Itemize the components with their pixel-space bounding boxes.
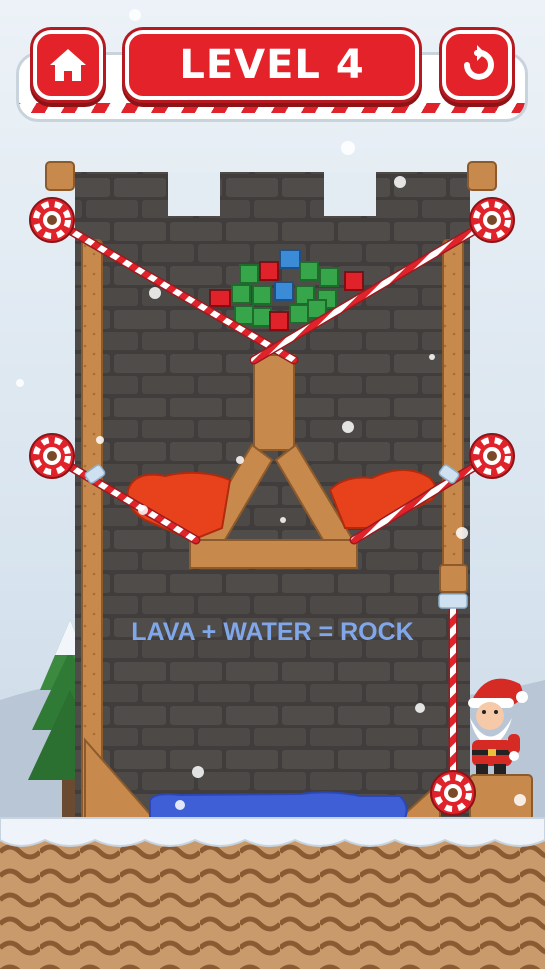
- home-icon: [50, 49, 86, 81]
- level-title: LEVEL 4: [179, 42, 365, 88]
- pin-handle-vertical-right[interactable]: [430, 770, 476, 816]
- hint-text: LAVA + WATER = ROCK: [131, 618, 414, 646]
- home-button[interactable]: [33, 30, 103, 100]
- level-indicator: LEVEL 4: [125, 30, 419, 100]
- restart-button[interactable]: [442, 30, 512, 100]
- pin-handle-middle-right[interactable]: [469, 433, 515, 479]
- pin-handle-top-left[interactable]: [29, 197, 75, 243]
- pin-handle-top-right[interactable]: [469, 197, 515, 243]
- candy-stripe-decoration: [19, 103, 525, 113]
- snowy-ground: [0, 817, 545, 969]
- water-pool: [149, 791, 408, 819]
- restart-icon: [464, 45, 494, 80]
- pin-handle-middle-left[interactable]: [29, 433, 75, 479]
- pin-clip-vertical: [438, 593, 468, 609]
- game-scene: [0, 9, 545, 969]
